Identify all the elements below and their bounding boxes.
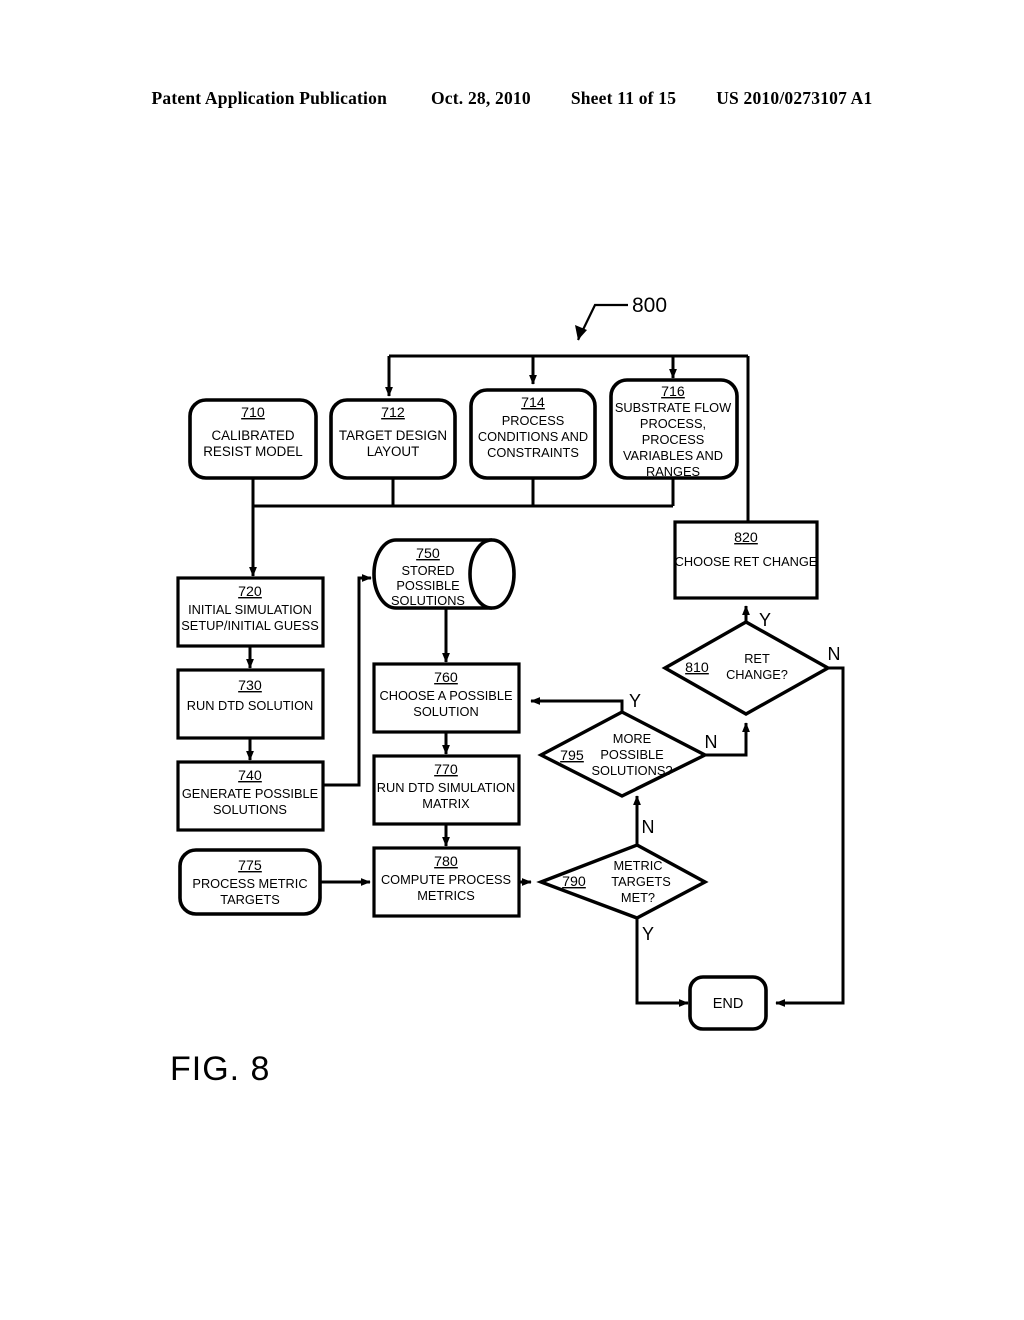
- node-712[interactable]: 712 TARGET DESIGN LAYOUT: [329, 398, 457, 480]
- node-810[interactable]: 810 RET CHANGE?: [661, 620, 832, 716]
- node-740-line2: SOLUTIONS: [213, 802, 287, 817]
- node-740[interactable]: 740 GENERATE POSSIBLE SOLUTIONS: [176, 760, 325, 832]
- edge-label-790-no: N: [642, 817, 655, 837]
- node-780-ref: 780: [434, 854, 458, 870]
- node-775[interactable]: 775 PROCESS METRIC TARGETS: [178, 848, 322, 916]
- node-795[interactable]: 795 MORE POSSIBLE SOLUTIONS?: [537, 710, 709, 798]
- node-780-line1: COMPUTE PROCESS: [381, 872, 511, 887]
- node-end-label: END: [713, 996, 744, 1012]
- node-770-ref: 770: [434, 762, 458, 778]
- node-710-line1: CALIBRATED: [211, 428, 294, 443]
- node-775-line1: PROCESS METRIC: [192, 876, 307, 891]
- node-730[interactable]: 730 RUN DTD SOLUTION: [176, 668, 325, 740]
- edge-label-810-no: N: [828, 644, 841, 664]
- node-780-line2: METRICS: [417, 888, 475, 903]
- node-770-line1: RUN DTD SIMULATION: [377, 780, 515, 795]
- node-716[interactable]: 716 SUBSTRATE FLOW PROCESS, PROCESS VARI…: [609, 378, 739, 480]
- node-795-line2: POSSIBLE: [600, 747, 663, 762]
- node-790-line1: METRIC: [613, 858, 662, 873]
- node-795-ref: 795: [560, 748, 584, 764]
- node-790-line3: MET?: [621, 890, 655, 905]
- node-760-ref: 760: [434, 670, 458, 686]
- node-710-ref: 710: [241, 405, 265, 421]
- node-714-line1: PROCESS: [502, 413, 565, 428]
- node-730-line1: RUN DTD SOLUTION: [187, 698, 314, 713]
- edge-label-795-no: N: [705, 732, 718, 752]
- node-775-ref: 775: [238, 858, 262, 874]
- patent-sheet: Patent Application Publication Oct. 28, 2…: [0, 0, 1024, 1320]
- node-710-line2: RESIST MODEL: [203, 444, 302, 459]
- node-810-ref: 810: [685, 660, 709, 676]
- node-810-line2: CHANGE?: [726, 667, 788, 682]
- node-716-line5: RANGES: [646, 464, 700, 479]
- edge-label-810-yes: Y: [759, 610, 771, 630]
- node-712-line1: TARGET DESIGN: [339, 428, 447, 443]
- node-714-line2: CONDITIONS AND: [478, 429, 588, 444]
- node-780[interactable]: 780 COMPUTE PROCESS METRICS: [372, 846, 521, 918]
- node-810-line1: RET: [744, 651, 770, 666]
- node-740-ref: 740: [238, 768, 262, 784]
- node-710[interactable]: 710 CALIBRATED RESIST MODEL: [188, 398, 318, 480]
- node-720-line2: SETUP/INITIAL GUESS: [181, 618, 318, 633]
- node-714-ref: 714: [521, 395, 545, 411]
- node-775-line2: TARGETS: [220, 892, 280, 907]
- node-716-line3: PROCESS: [642, 432, 705, 447]
- node-760-line1: CHOOSE A POSSIBLE: [380, 688, 513, 703]
- node-750-line2: POSSIBLE: [396, 578, 459, 593]
- node-714-line3: CONSTRAINTS: [487, 445, 579, 460]
- node-720-line1: INITIAL SIMULATION: [188, 602, 312, 617]
- node-714[interactable]: 714 PROCESS CONDITIONS AND CONSTRAINTS: [469, 388, 597, 480]
- node-720[interactable]: 720 INITIAL SIMULATION SETUP/INITIAL GUE…: [176, 576, 325, 648]
- edge-795-760-yes: [530, 697, 624, 712]
- node-820-ref: 820: [734, 530, 758, 546]
- node-750-ref: 750: [416, 546, 440, 562]
- edge-740-750: [323, 574, 372, 787]
- node-740-line1: GENERATE POSSIBLE: [182, 786, 318, 801]
- reference-label-800: 800: [632, 294, 667, 317]
- node-820-line1: CHOOSE RET CHANGE: [675, 554, 818, 569]
- node-716-line1: SUBSTRATE FLOW: [615, 400, 732, 415]
- node-760[interactable]: 760 CHOOSE A POSSIBLE SOLUTION: [372, 662, 521, 734]
- node-716-line2: PROCESS,: [640, 416, 706, 431]
- node-716-ref: 716: [661, 384, 685, 400]
- node-795-line3: SOLUTIONS?: [591, 763, 672, 778]
- node-790[interactable]: 790 METRIC TARGETS MET?: [536, 843, 709, 920]
- edge-810-end-no: [775, 666, 845, 1007]
- node-712-line2: LAYOUT: [367, 444, 420, 459]
- edge-label-795-yes: Y: [629, 691, 641, 711]
- node-730-ref: 730: [238, 678, 262, 694]
- flowchart-800: 800 710 CALIBRATED RESIST MODEL 712 TARG…: [176, 294, 845, 1031]
- node-770-line2: MATRIX: [422, 796, 470, 811]
- node-end[interactable]: END: [688, 975, 768, 1031]
- figure-caption: FIG. 8: [170, 1050, 271, 1088]
- node-750-line1: STORED: [401, 563, 454, 578]
- node-750[interactable]: 750 STORED POSSIBLE SOLUTIONS: [372, 538, 516, 610]
- node-795-line1: MORE: [613, 731, 651, 746]
- node-820[interactable]: 820 CHOOSE RET CHANGE: [673, 520, 819, 600]
- node-720-ref: 720: [238, 584, 262, 600]
- edge-label-790-yes: Y: [642, 924, 654, 944]
- node-716-line4: VARIABLES AND: [623, 448, 723, 463]
- reference-leader-800: [575, 303, 628, 341]
- node-712-ref: 712: [381, 405, 405, 421]
- node-760-line2: SOLUTION: [413, 704, 478, 719]
- node-790-line2: TARGETS: [611, 874, 671, 889]
- node-770[interactable]: 770 RUN DTD SIMULATION MATRIX: [372, 754, 521, 826]
- node-790-ref: 790: [562, 874, 586, 890]
- node-750-line3: SOLUTIONS: [391, 593, 465, 608]
